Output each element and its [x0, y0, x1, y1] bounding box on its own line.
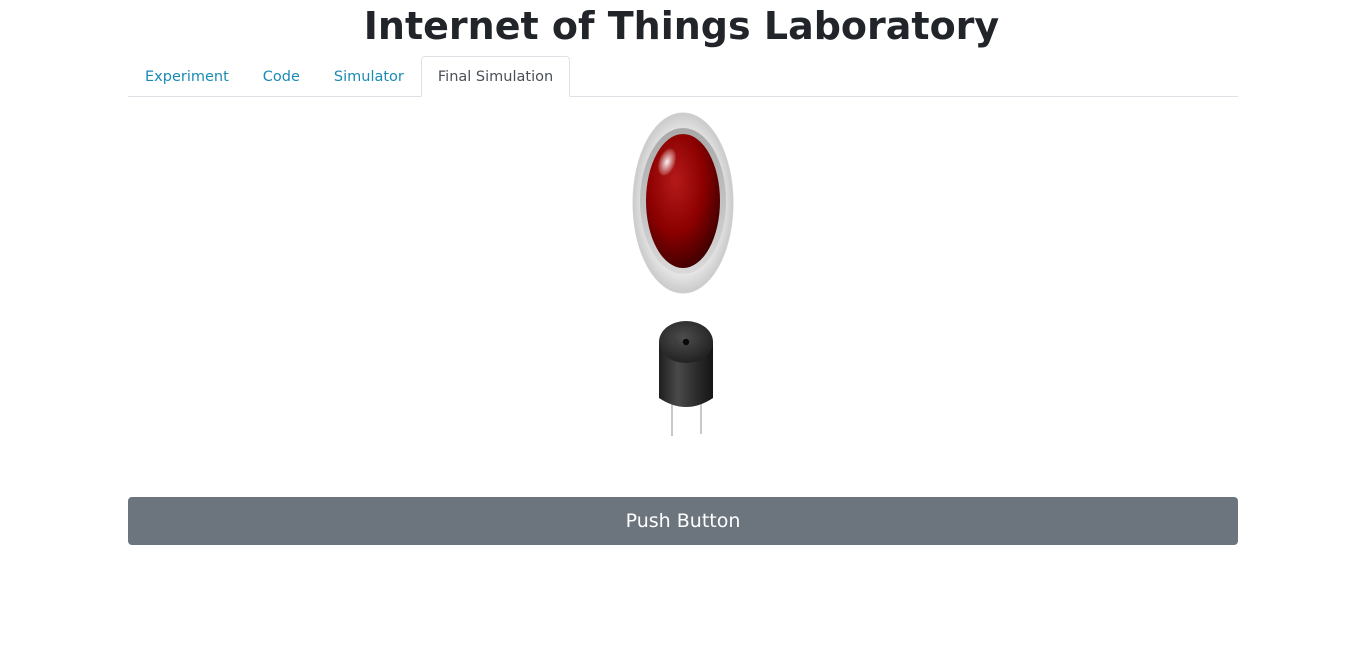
buzzer-icon: +: [659, 321, 713, 436]
tab-final-simulation[interactable]: Final Simulation: [420, 56, 571, 97]
tab-simulator[interactable]: Simulator: [317, 56, 421, 97]
tab-experiment[interactable]: Experiment: [128, 56, 246, 97]
tab-bar: Experiment Code Simulator Final Simulati…: [128, 55, 1238, 97]
tab-code[interactable]: Code: [246, 56, 317, 97]
red-led-icon: [632, 112, 734, 294]
page: Internet of Things Laboratory Experiment…: [0, 0, 1363, 653]
page-title: Internet of Things Laboratory: [363, 4, 1000, 48]
push-button[interactable]: Push Button: [128, 497, 1238, 545]
svg-text:+: +: [673, 338, 679, 346]
